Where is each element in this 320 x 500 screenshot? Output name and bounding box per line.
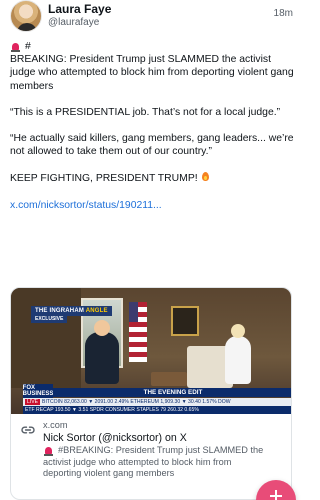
card-media-image[interactable]: THE INGRAHAM ANGLE EXCLUSIVE FOX BUSINES… [11,288,291,414]
card-desc-line-3: deporting violent gang members [43,468,175,479]
show-tag-accent: ANGLE [85,308,108,314]
post-closing-line: KEEP FIGHTING, PRESIDENT TRUMP! [10,171,295,185]
post-header: Laura Faye @laurafaye 18m [10,0,293,34]
card-desc-line-2: activist judge who attempted to block hi… [43,456,232,467]
siren-icon [10,41,21,53]
post-line-quote-1: “This is a PRESIDENTIAL job. That’s not … [10,106,281,118]
card-domain: x.com [43,420,68,430]
post-time: 18m [273,8,293,19]
card-desc-line-1: #BREAKING: President Trump just SLAMMED … [43,445,281,457]
card-description: #BREAKING: President Trump just SLAMMED … [43,445,281,480]
siren-icon [43,445,54,457]
post-link[interactable]: x.com/nicksortor/status/190211... [10,199,295,212]
ticker-row-2: ETF RECAP 193.50 ▼ 3.51 SPDR CONSUMER ST… [23,406,291,414]
post-line-quote-2: “He actually said killers, gang members,… [10,133,294,158]
post-tag: # [25,41,31,52]
avatar[interactable] [10,0,42,32]
us-flag-image [129,302,147,362]
fire-icon [201,171,210,182]
interviewee-figure [85,320,119,384]
news-ticker: FOX BUSINESS THE EVENING EDIT LIVE BITCOI… [11,384,291,414]
post-body: # BREAKING: President Trump just SLAMMED… [10,40,295,212]
card-info[interactable]: x.com Nick Sortor (@nicksortor) on X #BR… [11,414,291,478]
link-icon [21,426,35,434]
alert-line: # [10,40,295,53]
show-tag-main: THE INGRAHAM [35,308,85,314]
post: Laura Faye @laurafaye 18m # BREAKING: Pr… [0,0,303,500]
portrait-frame [171,306,199,336]
card-desc-text-1: #BREAKING: President Trump just SLAMMED … [58,445,264,455]
post-line-breaking: BREAKING: President Trump just SLAMMED t… [10,54,294,92]
author-name[interactable]: Laura Faye [48,2,111,16]
interviewer-figure [225,324,251,384]
live-badge: LIVE [25,399,41,405]
post-closing-text: KEEP FIGHTING, PRESIDENT TRUMP! [10,173,198,185]
ticker-row-1: LIVE BITCOIN 82,063.00 ▼ 2091.00 2.49% ET… [23,398,291,406]
author-handle[interactable]: @laurafaye [48,17,99,28]
ticker-row-1-text: BITCOIN 82,063.00 ▼ 2091.00 2.49% ETHERE… [42,399,231,405]
exclusive-tag: EXCLUSIVE [31,315,68,323]
card-title[interactable]: Nick Sortor (@nicksortor) on X [43,432,187,444]
channel-logo: FOX BUSINESS [22,384,54,398]
link-card[interactable]: THE INGRAHAM ANGLE EXCLUSIVE FOX BUSINES… [10,287,292,500]
program-bar: THE EVENING EDIT [53,388,291,397]
